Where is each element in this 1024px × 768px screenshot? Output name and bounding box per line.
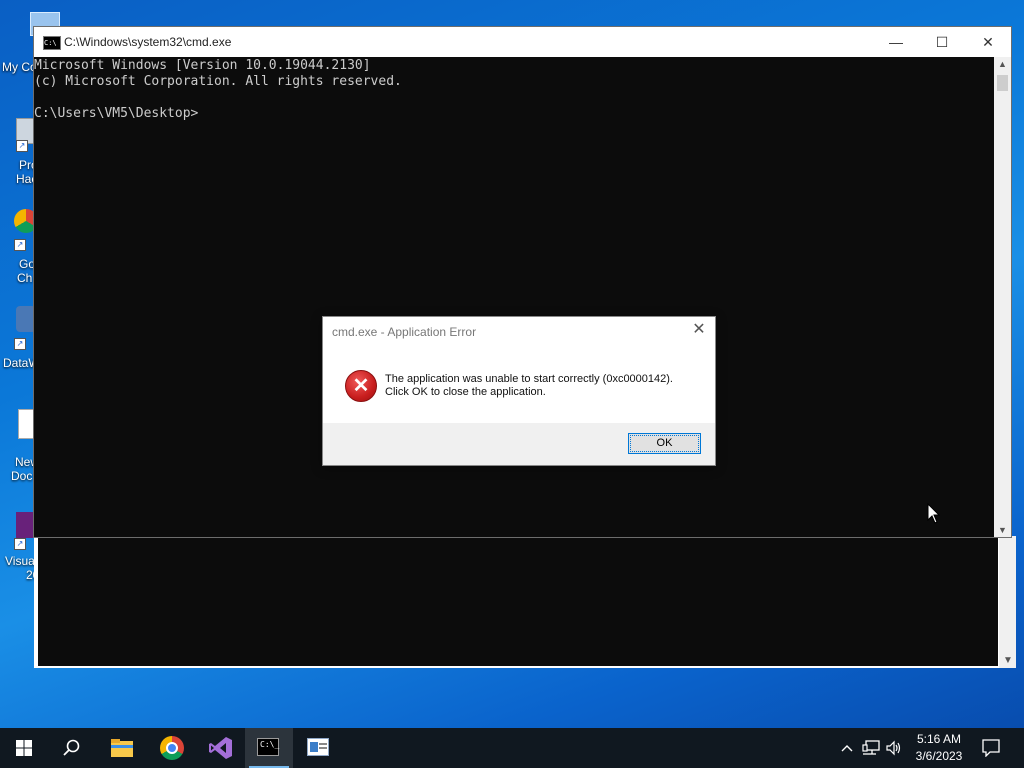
taskbar-chrome[interactable] <box>148 728 196 768</box>
clock-time: 5:16 AM <box>916 732 962 746</box>
volume-icon <box>886 740 901 756</box>
taskbar-file-explorer[interactable] <box>98 728 146 768</box>
desktop-icon-label-2: Ch <box>17 271 33 285</box>
cmd-icon: C:\_ <box>257 738 279 756</box>
windows-start-icon <box>16 740 32 756</box>
cmd-titlebar[interactable]: C:\ C:\Windows\system32\cmd.exe — ☐ ✕ <box>34 27 1011 57</box>
background-console-area <box>38 538 998 666</box>
clock-date: 3/6/2023 <box>915 749 963 763</box>
shortcut-arrow-icon: ↗ <box>14 538 26 550</box>
shortcut-arrow-icon: ↗ <box>16 140 28 152</box>
tray-network[interactable] <box>860 728 882 768</box>
shortcut-arrow-icon: ↗ <box>14 338 26 350</box>
taskbar-cmd[interactable]: C:\_ <box>245 728 293 768</box>
scrollbar-thumb[interactable] <box>997 75 1008 91</box>
application-error-dialog[interactable]: cmd.exe - Application Error ✕ ✕ The appl… <box>322 316 716 466</box>
dialog-footer: OK <box>323 423 715 465</box>
console-line: Microsoft Windows [Version 10.0.19044.21… <box>34 58 371 73</box>
shortcut-arrow-icon: ↗ <box>14 239 26 251</box>
dialog-title: cmd.exe - Application Error <box>332 325 477 339</box>
mouse-cursor-icon <box>927 503 941 524</box>
dialog-message-line-1: The application was unable to start corr… <box>385 373 673 385</box>
desktop-icon-label: My Co <box>2 60 37 74</box>
tray-volume[interactable] <box>884 728 904 768</box>
app-window-icon <box>307 738 329 756</box>
scroll-down-icon[interactable]: ▼ <box>1003 655 1013 666</box>
taskbar-visual-studio[interactable] <box>197 728 245 768</box>
background-console-window: ▼ <box>34 536 1016 668</box>
dialog-message-line-2: Click OK to close the application. <box>385 386 546 398</box>
console-line: (c) Microsoft Corporation. All rights re… <box>34 74 402 89</box>
action-center-button[interactable] <box>980 728 1010 768</box>
chrome-icon <box>160 736 184 760</box>
start-button[interactable] <box>0 728 48 768</box>
taskbar: C:\_ 5:16 AM 3/6/2023 <box>0 728 1024 768</box>
dialog-close-button[interactable]: ✕ <box>689 320 709 340</box>
desktop-icon-label: Visual <box>5 554 38 568</box>
notification-icon <box>982 739 1000 757</box>
taskbar-clock[interactable]: 5:16 AM 3/6/2023 <box>902 731 976 765</box>
cmd-window-title: C:\Windows\system32\cmd.exe <box>64 35 232 49</box>
scroll-down-icon[interactable]: ▼ <box>998 525 1007 535</box>
network-icon <box>862 740 880 755</box>
tray-chevron[interactable] <box>838 728 856 768</box>
search-icon <box>63 739 80 756</box>
taskbar-app-window[interactable] <box>294 728 342 768</box>
file-explorer-icon <box>111 739 133 757</box>
visual-studio-icon <box>209 737 232 759</box>
console-prompt: C:\Users\VM5\Desktop> <box>34 106 199 121</box>
maximize-button[interactable]: ☐ <box>919 27 965 57</box>
error-icon: ✕ <box>345 370 377 402</box>
cmd-app-icon: C:\ <box>43 36 61 50</box>
console-scrollbar[interactable]: ▲ ▼ <box>994 57 1011 537</box>
background-console-scrollbar[interactable]: ▼ <box>999 536 1016 668</box>
dialog-message: The application was unable to start corr… <box>385 373 673 399</box>
ok-button[interactable]: OK <box>628 433 701 454</box>
minimize-button[interactable]: — <box>873 27 919 57</box>
close-button[interactable]: ✕ <box>965 27 1011 57</box>
search-button[interactable] <box>48 728 96 768</box>
chevron-up-icon <box>841 745 853 752</box>
desktop-icon-label-2: Doc <box>11 469 33 483</box>
scroll-up-icon[interactable]: ▲ <box>998 59 1007 69</box>
